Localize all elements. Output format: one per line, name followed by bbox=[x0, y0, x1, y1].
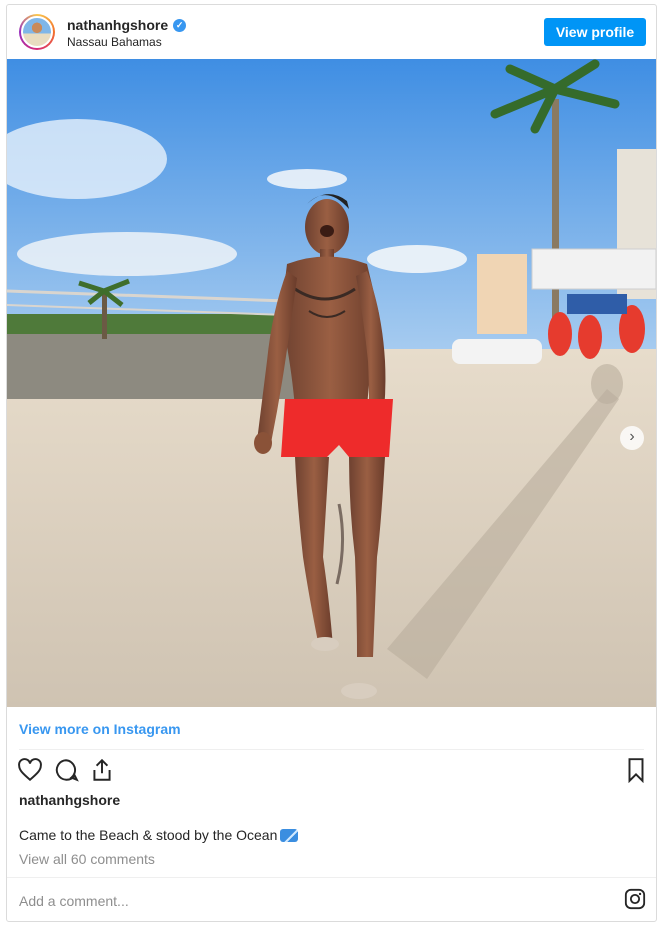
share-icon[interactable] bbox=[89, 757, 115, 783]
instagram-embed-card: nathanhgshore ✓ Nassau Bahamas View prof… bbox=[6, 4, 657, 922]
add-comment-field[interactable]: Add a comment... bbox=[19, 893, 129, 909]
avatar[interactable] bbox=[19, 14, 55, 50]
caption-text: Came to the Beach & stood by the Ocean bbox=[19, 827, 278, 843]
caption: Came to the Beach & stood by the Ocean bbox=[19, 827, 299, 843]
location-link[interactable]: Nassau Bahamas bbox=[67, 35, 162, 49]
view-comments-link[interactable]: View all 60 comments bbox=[19, 851, 155, 867]
post-photo[interactable]: › bbox=[7, 59, 656, 707]
bookmark-icon[interactable] bbox=[623, 757, 649, 783]
divider bbox=[7, 877, 656, 878]
instagram-logo-icon[interactable] bbox=[624, 888, 646, 910]
view-profile-button[interactable]: View profile bbox=[544, 18, 646, 46]
comment-icon[interactable] bbox=[53, 757, 79, 783]
view-more-link[interactable]: View more on Instagram bbox=[19, 721, 181, 737]
divider bbox=[19, 749, 644, 750]
beach-photo bbox=[7, 59, 656, 707]
verified-badge-icon: ✓ bbox=[173, 18, 187, 32]
water-wave-emoji-icon bbox=[280, 829, 299, 842]
action-bar bbox=[17, 757, 646, 785]
heart-icon[interactable] bbox=[17, 757, 43, 783]
caption-username[interactable]: nathanhgshore bbox=[19, 792, 120, 808]
username-link[interactable]: nathanhgshore ✓ bbox=[67, 17, 187, 33]
post-header: nathanhgshore ✓ Nassau Bahamas View prof… bbox=[7, 5, 656, 59]
chevron-right-icon[interactable]: › bbox=[620, 426, 644, 450]
username-text: nathanhgshore bbox=[67, 17, 169, 33]
